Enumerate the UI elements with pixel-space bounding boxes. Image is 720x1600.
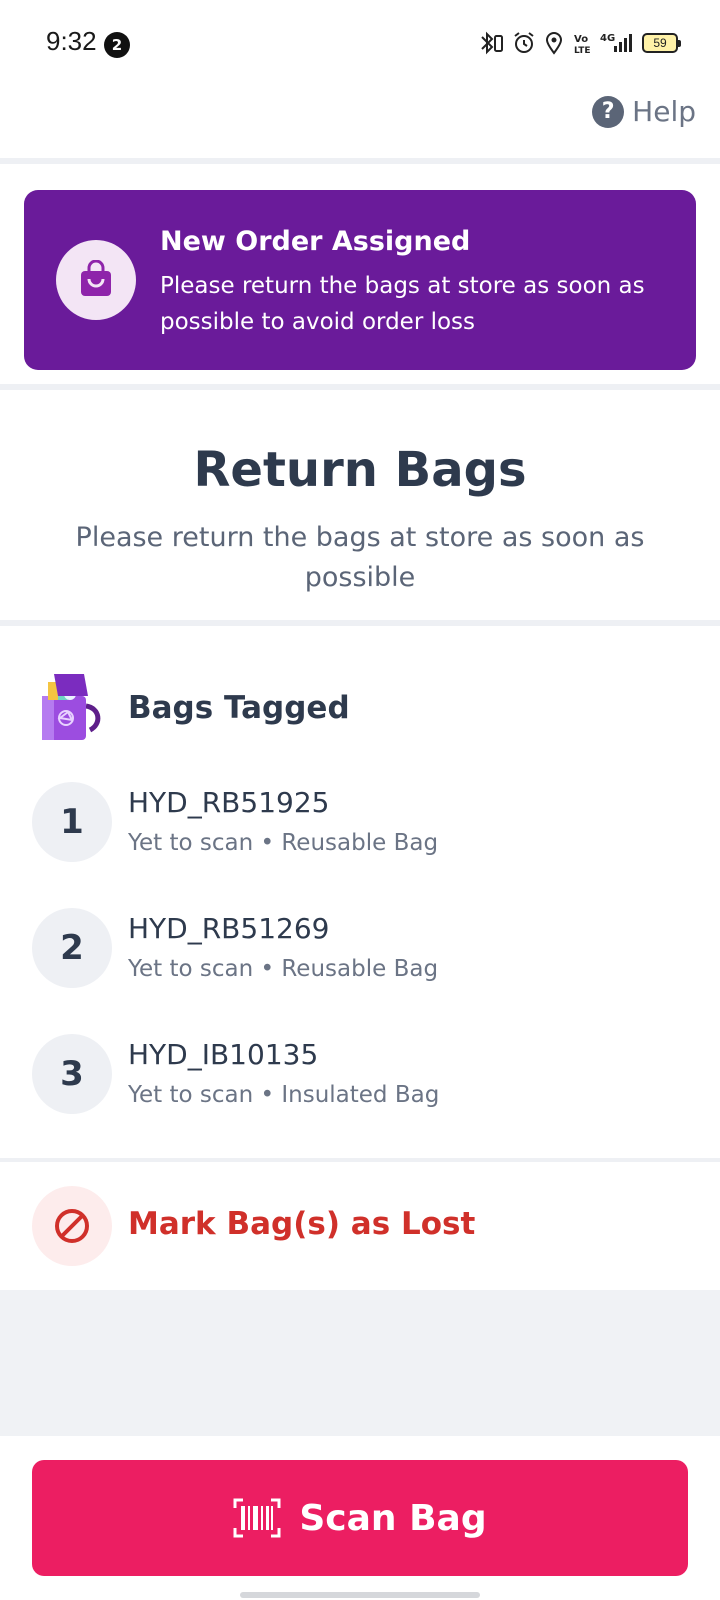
bag-list-item[interactable]: 2 HYD_RB51269 Yet to scan • Reusable Bag xyxy=(32,908,672,998)
banner-message: Please return the bags at store as soon … xyxy=(160,273,645,335)
mark-lost-button[interactable]: Mark Bag(s) as Lost xyxy=(32,1186,672,1266)
page-title: Return Bags xyxy=(193,442,527,498)
bags-tagged-header: Bags Tagged xyxy=(38,672,350,744)
lost-icon-circle xyxy=(32,1186,112,1266)
home-indicator[interactable] xyxy=(240,1592,480,1598)
return-bags-screen: 9:32 2 Vo LTE 4G 59 ? Help New Order Ass… xyxy=(0,0,720,1600)
help-label: Help xyxy=(632,95,696,128)
divider xyxy=(0,1158,720,1162)
divider xyxy=(0,158,720,164)
status-time: 9:32 xyxy=(46,26,97,56)
bag-id: HYD_RB51925 xyxy=(128,786,330,819)
bag-status: Yet to scan • Insulated Bag xyxy=(128,1082,440,1108)
bottom-spacer xyxy=(0,1290,720,1436)
banner-title: New Order Assigned xyxy=(160,226,471,257)
bluetooth-icon xyxy=(481,31,503,55)
order-assigned-banner: New Order Assigned Please return the bag… xyxy=(24,190,696,370)
banner-icon-circle xyxy=(56,240,136,320)
help-button[interactable]: ? Help xyxy=(592,95,696,128)
svg-text:Vo: Vo xyxy=(574,34,588,45)
bag-illustration-icon xyxy=(42,674,101,740)
battery-icon: 59 xyxy=(642,33,681,53)
bags-tagged-title: Bags Tagged xyxy=(128,690,350,726)
bag-id: HYD_IB10135 xyxy=(128,1038,319,1071)
bag-status: Yet to scan • Reusable Bag xyxy=(128,830,439,856)
scan-bag-button[interactable]: Scan Bag xyxy=(32,1460,688,1576)
bag-list-item[interactable]: 1 HYD_RB51925 Yet to scan • Reusable Bag xyxy=(32,782,672,872)
divider xyxy=(0,620,720,626)
svg-text:LTE: LTE xyxy=(574,46,591,55)
status-icons: Vo LTE 4G 59 xyxy=(478,28,681,58)
barcode-icon xyxy=(233,1498,281,1538)
divider xyxy=(0,384,720,390)
notification-badge: 2 xyxy=(104,32,130,58)
svg-text:4G: 4G xyxy=(600,33,615,44)
bag-index: 3 xyxy=(32,1034,112,1114)
location-icon xyxy=(545,32,563,55)
page-subtitle: Please return the bags at store as soon … xyxy=(75,522,645,593)
alarm-icon xyxy=(514,32,534,53)
mark-lost-label: Mark Bag(s) as Lost xyxy=(128,1206,476,1242)
help-icon: ? xyxy=(592,95,625,128)
bag-id: HYD_RB51269 xyxy=(128,912,330,945)
prohibited-icon xyxy=(55,1209,89,1243)
bag-status: Yet to scan • Reusable Bag xyxy=(128,956,439,982)
signal-4g-icon: 4G xyxy=(600,33,632,52)
status-bar: 9:32 2 Vo LTE 4G 59 xyxy=(0,0,720,88)
bag-index: 1 xyxy=(32,782,112,862)
volte-icon: Vo LTE xyxy=(574,34,591,55)
bag-index: 2 xyxy=(32,908,112,988)
bag-list-item[interactable]: 3 HYD_IB10135 Yet to scan • Insulated Ba… xyxy=(32,1034,672,1124)
shopping-bag-icon xyxy=(81,260,111,296)
scan-bag-label: Scan Bag xyxy=(299,1497,487,1539)
